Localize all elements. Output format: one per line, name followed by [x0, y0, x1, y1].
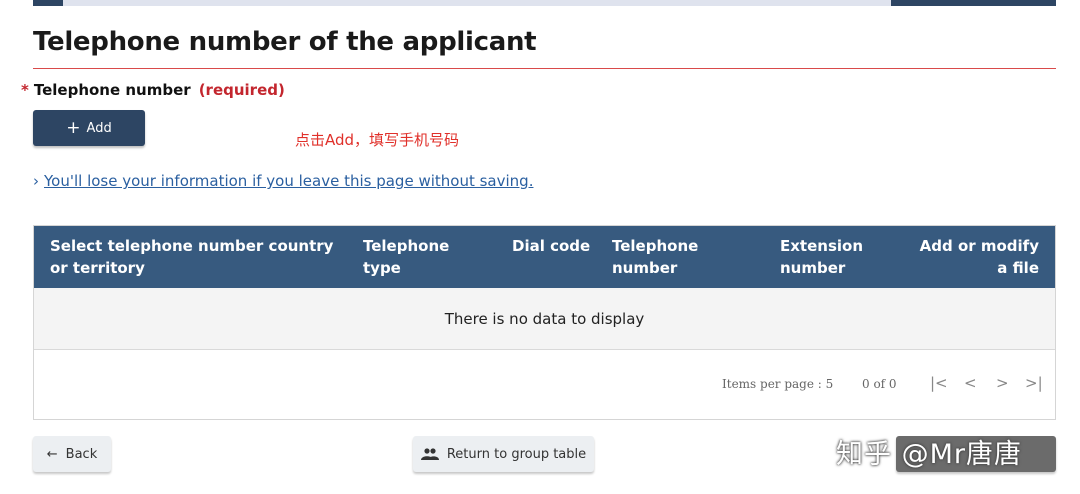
required-star: * — [21, 81, 29, 99]
title-divider — [33, 68, 1056, 69]
chevron-right-icon: › — [33, 172, 39, 190]
return-to-group-button[interactable]: Return to group table — [413, 436, 594, 472]
column-header-file[interactable]: Add or modify a file — [919, 235, 1039, 279]
items-per-page[interactable]: Items per page : 5 — [722, 377, 833, 391]
arrow-left-icon: ← — [46, 446, 58, 462]
plus-icon: + — [66, 117, 81, 138]
add-telephone-button[interactable]: + Add — [33, 110, 145, 146]
column-header-number[interactable]: Telephone number — [612, 235, 732, 279]
field-label-text: Telephone number — [33, 81, 191, 99]
empty-table-message: There is no data to display — [34, 288, 1055, 350]
page-range: 0 of 0 — [862, 377, 897, 391]
add-button-label: Add — [86, 120, 112, 136]
zhihu-watermark: 知乎 @Mr唐唐 — [836, 439, 1022, 470]
last-page-icon[interactable]: >| — [1025, 374, 1043, 392]
back-button-label: Back — [65, 446, 98, 462]
strip-left-segment — [33, 0, 63, 6]
column-header-country[interactable]: Select telephone number country or terri… — [50, 235, 340, 279]
back-button[interactable]: ← Back — [33, 436, 111, 472]
column-header-extension[interactable]: Extension number — [780, 235, 900, 279]
warning-link-text: You'll lose your information if you leav… — [44, 172, 534, 190]
first-page-icon[interactable]: |< — [930, 374, 948, 392]
top-progress-strip — [33, 0, 1056, 6]
table-header-row: Select telephone number country or terri… — [34, 226, 1055, 288]
prev-page-icon[interactable]: < — [964, 374, 977, 392]
required-text: (required) — [198, 81, 285, 99]
items-per-page-value: 5 — [825, 377, 834, 391]
table-pagination: Items per page : 5 0 of 0 |< < > >| — [34, 350, 1055, 420]
telephone-field-label: * Telephone number (required) — [21, 81, 285, 99]
unsaved-warning-link[interactable]: › You'll lose your information if you lea… — [33, 172, 533, 190]
return-to-group-label: Return to group table — [446, 446, 587, 462]
next-page-icon[interactable]: > — [996, 374, 1009, 392]
group-icon — [420, 448, 439, 460]
column-header-dial-code[interactable]: Dial code — [512, 235, 592, 257]
annotation-note: 点击Add，填写手机号码 — [295, 131, 460, 149]
page-title: Telephone number of the applicant — [33, 27, 537, 57]
items-per-page-label: Items per page : — [722, 377, 822, 391]
column-header-type[interactable]: Telephone type — [363, 235, 483, 279]
strip-right-segment — [891, 0, 1056, 6]
telephone-table: Select telephone number country or terri… — [33, 225, 1056, 420]
